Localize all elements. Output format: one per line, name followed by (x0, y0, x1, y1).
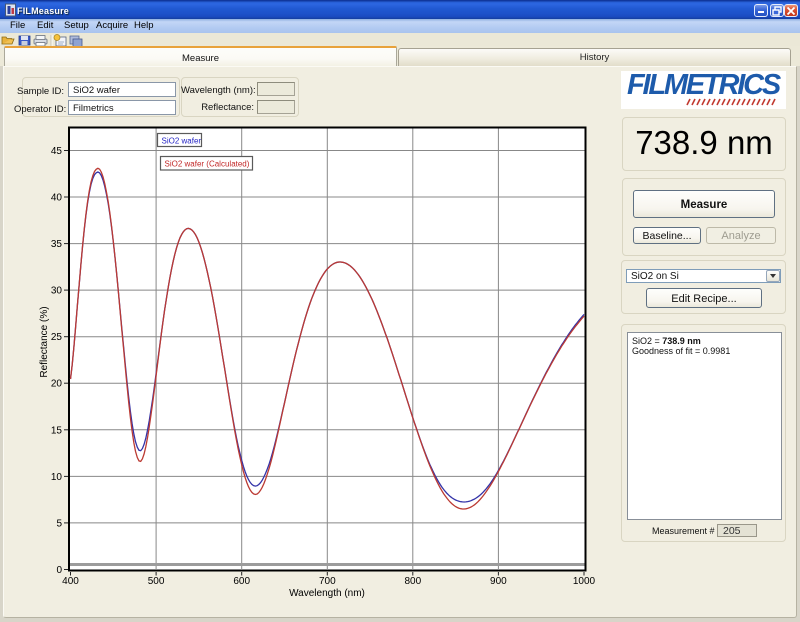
svg-text:10: 10 (51, 472, 63, 483)
svg-text:25: 25 (51, 332, 63, 343)
svg-text:SiO2 wafer (Calculated): SiO2 wafer (Calculated) (165, 160, 250, 169)
svg-text:35: 35 (51, 239, 63, 250)
svg-text:45: 45 (51, 146, 63, 157)
svg-text:0: 0 (56, 565, 62, 576)
svg-text:600: 600 (233, 576, 250, 587)
svg-text:40: 40 (51, 193, 63, 204)
svg-text:20: 20 (51, 379, 63, 390)
svg-text:SiO2 wafer: SiO2 wafer (162, 137, 202, 146)
svg-text:700: 700 (319, 576, 336, 587)
svg-text:1000: 1000 (573, 576, 596, 587)
svg-text:5: 5 (56, 518, 62, 529)
svg-text:30: 30 (51, 286, 63, 297)
svg-text:800: 800 (404, 576, 421, 587)
svg-text:Wavelength (nm): Wavelength (nm) (289, 588, 365, 599)
svg-text:15: 15 (51, 425, 63, 436)
svg-text:400: 400 (62, 576, 79, 587)
svg-text:500: 500 (148, 576, 165, 587)
svg-text:Reflectance (%): Reflectance (%) (39, 306, 50, 377)
svg-text:900: 900 (490, 576, 507, 587)
